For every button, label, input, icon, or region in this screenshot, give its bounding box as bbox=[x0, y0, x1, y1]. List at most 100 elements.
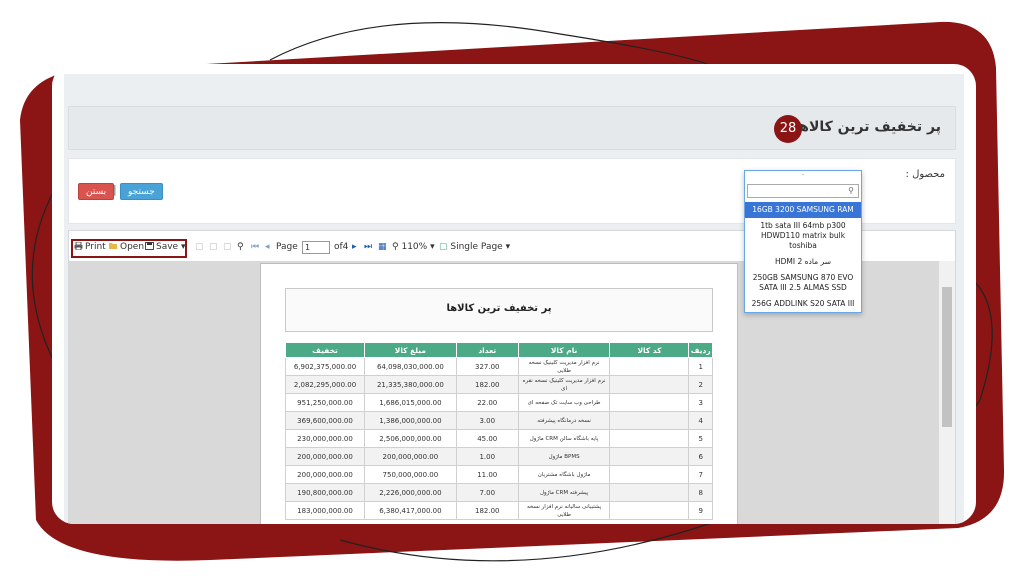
product-name-cell: نرم افزار مدیریت کلینیک نسخه طلایی bbox=[517, 357, 611, 376]
search-icon: ⚲ bbox=[848, 186, 854, 195]
row-number-cell: 8 bbox=[688, 483, 713, 502]
dropdown-option[interactable]: 250GB SAMSUNG 870 EVO SATA III 2.5 ALMAS… bbox=[745, 270, 861, 296]
code-cell bbox=[609, 483, 690, 502]
first-page-icon[interactable]: ⏮ bbox=[251, 242, 259, 252]
page-number-input[interactable]: 1 bbox=[302, 241, 330, 254]
table-row: 951,250,000.00 1,686,015,000.00 22.00 طراحی… bbox=[285, 393, 713, 412]
single-page-icon: ▢ bbox=[439, 242, 448, 252]
discount-cell: 200,000,000.00 bbox=[285, 465, 365, 484]
row-number-cell: 2 bbox=[688, 375, 713, 394]
product-name-cell: طراحی وب سایت تک صفحه ای bbox=[517, 393, 611, 412]
print-button[interactable]: Print bbox=[74, 242, 106, 252]
quantity-cell: 11.00 bbox=[455, 465, 519, 484]
search-button[interactable]: جستجو bbox=[120, 183, 163, 200]
amount-cell: 200,000,000.00 bbox=[363, 447, 457, 466]
quantity-cell: 182.00 bbox=[455, 501, 519, 520]
column-header: ردیف bbox=[688, 342, 713, 358]
page-label: Page bbox=[276, 242, 298, 252]
page-header: پر تخفیف ترین کالاها 28 bbox=[68, 106, 956, 150]
quantity-cell: 327.00 bbox=[455, 357, 519, 376]
table-row: 230,000,000.00 2,506,000,000.00 45.00 پایه … bbox=[285, 429, 713, 448]
prev-page-icon[interactable]: ◂ bbox=[265, 242, 270, 252]
discount-cell: 183,000,000.00 bbox=[285, 501, 365, 520]
row-number-cell: 7 bbox=[688, 465, 713, 484]
product-name-cell: پشتیبانی سالیانه نرم افزار نسخه طلایی bbox=[517, 501, 611, 520]
next-page-icon[interactable]: ▸ bbox=[352, 242, 357, 252]
column-header: کد کالا bbox=[609, 342, 690, 358]
dropdown-option[interactable]: 16GB 3200 SAMSUNG RAM bbox=[745, 202, 861, 218]
column-header: تعداد bbox=[455, 342, 519, 358]
page-title: پر تخفیف ترین کالاها bbox=[793, 119, 941, 135]
discount-cell: 230,000,000.00 bbox=[285, 429, 365, 448]
count-badge: 28 bbox=[774, 115, 802, 143]
discount-cell: 200,000,000.00 bbox=[285, 447, 365, 466]
code-cell bbox=[609, 393, 690, 412]
zoom-dropdown[interactable]: ⚲ 110% ▾ bbox=[392, 242, 435, 252]
code-cell bbox=[609, 447, 690, 466]
code-cell bbox=[609, 411, 690, 430]
row-number-cell: 9 bbox=[688, 501, 713, 520]
button-separator: | bbox=[113, 183, 117, 196]
discount-cell: 951,250,000.00 bbox=[285, 393, 365, 412]
dropdown-search-input[interactable]: ⚲ bbox=[747, 184, 859, 198]
amount-cell: 750,000,000.00 bbox=[363, 465, 457, 484]
amount-cell: 1,386,000,000.00 bbox=[363, 411, 457, 430]
dropdown-option[interactable]: 256G ADDLINK S20 SATA III bbox=[745, 296, 861, 312]
table-row: 6,902,375,000.00 64,098,030,000.00 327.00 ن… bbox=[285, 357, 713, 376]
view-mode-label: Single Page bbox=[450, 242, 503, 252]
amount-cell: 1,686,015,000.00 bbox=[363, 393, 457, 412]
fullscreen-icon[interactable]: ▦ bbox=[378, 242, 387, 252]
paste-icon[interactable]: ▢ bbox=[209, 242, 218, 252]
table-row: 369,600,000.00 1,386,000,000.00 3.00 نسخه د… bbox=[285, 411, 713, 430]
open-button[interactable]: Open bbox=[109, 242, 144, 252]
last-page-icon[interactable]: ⏭ bbox=[364, 242, 372, 252]
vertical-scrollbar[interactable] bbox=[939, 261, 955, 524]
row-number-cell: 6 bbox=[688, 447, 713, 466]
code-cell bbox=[609, 357, 690, 376]
discount-cell: 6,902,375,000.00 bbox=[285, 357, 365, 376]
quantity-cell: 7.00 bbox=[455, 483, 519, 502]
code-cell bbox=[609, 465, 690, 484]
column-header: مبلغ کالا bbox=[363, 342, 457, 358]
table-row: 183,000,000.00 6,380,417,000.00 182.00 پشتی… bbox=[285, 501, 713, 520]
save-button[interactable]: Save ▾ bbox=[145, 242, 185, 252]
dropdown-option[interactable]: 1tb sata III 64mb p300 HDWD110 matrix bu… bbox=[745, 218, 861, 254]
product-label: محصول : bbox=[905, 169, 945, 180]
report-page: پر تخفیف ترین کالاها تخفیف مبلغ کالا تعد… bbox=[260, 263, 738, 524]
product-dropdown[interactable]: - ⚲ ^ 16GB 3200 SAMSUNG RAM1tb sata III … bbox=[744, 170, 862, 313]
amount-cell: 21,335,380,000.00 bbox=[363, 375, 457, 394]
discount-cell: 2,082,295,000.00 bbox=[285, 375, 365, 394]
table-header-row: تخفیف مبلغ کالا تعداد نام کالا کد کالا ر… bbox=[285, 342, 713, 358]
quantity-cell: 182.00 bbox=[455, 375, 519, 394]
open-label: Open bbox=[120, 242, 145, 252]
zoom-value: 110% bbox=[401, 242, 428, 252]
print-label: Print bbox=[85, 242, 106, 252]
page-of-label: of4 bbox=[334, 242, 349, 252]
product-name-cell: نرم افزار مدیریت کلینیک نسخه نقره ای bbox=[517, 375, 611, 394]
report-table: تخفیف مبلغ کالا تعداد نام کالا کد کالا ر… bbox=[285, 342, 713, 520]
scrollbar-thumb[interactable] bbox=[942, 287, 952, 427]
table-row: 190,800,000.00 2,226,000,000.00 7.00 پیشرفت… bbox=[285, 483, 713, 502]
amount-cell: 2,226,000,000.00 bbox=[363, 483, 457, 502]
folder-open-icon bbox=[109, 243, 117, 249]
product-name-cell: ماژول باشگاه مشتریان bbox=[517, 465, 611, 484]
row-number-cell: 1 bbox=[688, 357, 713, 376]
find-icon[interactable]: ⚲ bbox=[237, 242, 244, 252]
close-button[interactable]: بستن bbox=[78, 183, 115, 200]
dropdown-option[interactable]: HDMI 2 سر ماده bbox=[745, 254, 861, 270]
amount-cell: 2,506,000,000.00 bbox=[363, 429, 457, 448]
save-icon bbox=[145, 242, 154, 250]
zoom-icon: ⚲ bbox=[392, 242, 399, 252]
product-name-cell: نسخه درمانگاه پیشرفته bbox=[517, 411, 611, 430]
report-title: پر تخفیف ترین کالاها bbox=[446, 303, 552, 314]
report-title-box: پر تخفیف ترین کالاها bbox=[285, 288, 713, 332]
column-header: نام کالا bbox=[517, 342, 611, 358]
discount-cell: 369,600,000.00 bbox=[285, 411, 365, 430]
copy-icon[interactable]: ▢ bbox=[195, 242, 204, 252]
edit-icon[interactable]: ▢ bbox=[223, 242, 232, 252]
amount-cell: 6,380,417,000.00 bbox=[363, 501, 457, 520]
amount-cell: 64,098,030,000.00 bbox=[363, 357, 457, 376]
row-number-cell: 3 bbox=[688, 393, 713, 412]
view-mode-dropdown[interactable]: ▢ Single Page ▾ bbox=[439, 242, 510, 252]
quantity-cell: 45.00 bbox=[455, 429, 519, 448]
